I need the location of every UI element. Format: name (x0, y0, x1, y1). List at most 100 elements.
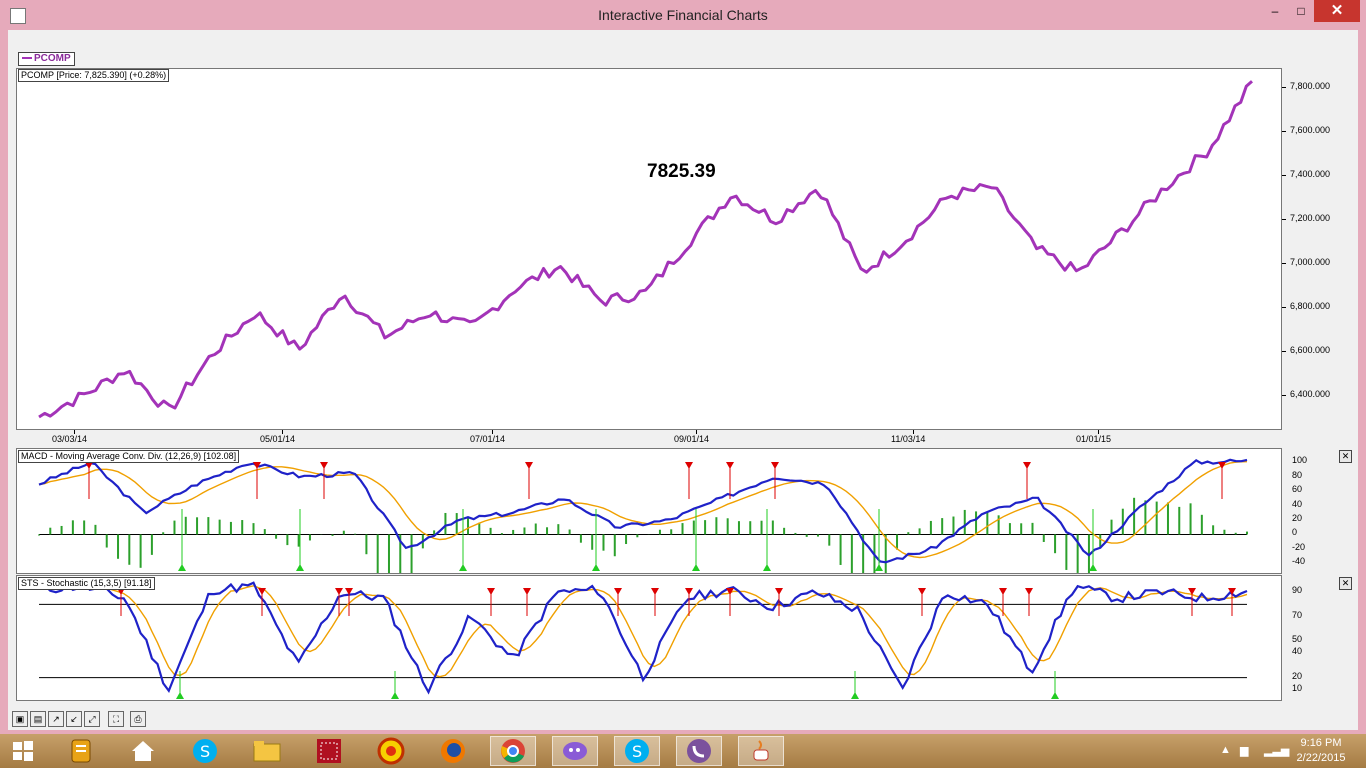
open-icon[interactable]: ▣ (12, 711, 28, 727)
macd-histogram-bar (342, 530, 345, 535)
macd-histogram-bar (1155, 501, 1158, 535)
clock-time: 9:16 PM (1300, 737, 1342, 749)
macd-histogram-bar (1133, 497, 1136, 535)
buy-signal-marker (851, 692, 859, 699)
stochastic-y-tick: 90 (1292, 585, 1303, 596)
price-x-tick: 01/01/15 (1076, 434, 1112, 444)
macd-histogram-bar (308, 534, 311, 541)
sell-signal-marker (320, 462, 328, 469)
macd-histogram-bar (1008, 523, 1011, 535)
macd-histogram-bar (467, 517, 470, 535)
network-icon[interactable]: ▆ (1240, 744, 1248, 757)
price-chart (38, 80, 1253, 419)
price-x-tick-mark (492, 430, 493, 434)
macd-histogram-bar (444, 512, 447, 535)
macd-histogram-bar (907, 532, 910, 535)
macd-y-tick: -20 (1292, 541, 1306, 552)
macd-histogram-bar (275, 534, 278, 539)
zoom-fit-icon[interactable]: ⤢ (84, 711, 100, 727)
show-hidden-icons-icon[interactable]: ▲ (1220, 744, 1231, 756)
macd-chart (38, 458, 1248, 573)
price-y-tick-mark (1282, 263, 1286, 264)
price-y-tick: 7,400.000 (1290, 169, 1331, 179)
macd-histogram-bar (1031, 522, 1034, 535)
price-x-tick-mark (913, 430, 914, 434)
macd-histogram-bar (60, 525, 63, 535)
zoom-in-icon[interactable]: ↗ (48, 711, 64, 727)
macd-histogram-bar (1223, 529, 1226, 535)
calculator-icon[interactable] (306, 736, 352, 766)
macd-histogram-bar (38, 534, 40, 536)
stochastic-close-button[interactable]: ✕ (1339, 577, 1352, 590)
yahoo-messenger-icon[interactable] (552, 736, 598, 766)
macd-histogram-bar (884, 534, 887, 573)
macd-histogram-bar (794, 532, 797, 535)
viber-icon[interactable] (676, 736, 722, 766)
buy-signal-marker (1051, 692, 1059, 699)
buy-signal-marker (459, 564, 467, 571)
price-y-tick-mark (1282, 307, 1286, 308)
macd-histogram-bar (602, 534, 605, 551)
macd-histogram-bar (173, 520, 176, 535)
minimize-button[interactable]: – (1262, 0, 1288, 22)
price-line (38, 80, 1253, 419)
sell-signal-marker (685, 588, 693, 595)
macd-histogram-bar (1042, 534, 1045, 542)
price-y-tick: 7,200.000 (1290, 213, 1331, 223)
current-price-label: 7825.39 (647, 161, 716, 182)
macd-histogram-bar (241, 520, 244, 535)
macd-y-tick: -40 (1292, 556, 1306, 567)
close-button[interactable]: ✕ (1314, 0, 1360, 22)
macd-y-tick: 0 (1292, 527, 1298, 538)
sell-signal-marker (651, 588, 659, 595)
macd-histogram-bar (1246, 531, 1248, 535)
price-y-tick-mark (1282, 219, 1286, 220)
macd-panel[interactable]: MACD - Moving Average Conv. Div. (12,26,… (16, 448, 1282, 574)
windows-icon[interactable] (0, 736, 46, 766)
macd-histogram-bar (1200, 514, 1203, 535)
macd-histogram-bar (162, 532, 165, 535)
zoom-out-icon[interactable]: ↙ (66, 711, 82, 727)
chrome-icon[interactable] (490, 736, 536, 766)
macd-histogram-bar (963, 509, 966, 535)
title-bar: Interactive Financial Charts – □ ✕ (0, 0, 1366, 30)
price-y-tick: 6,600.000 (1290, 345, 1331, 355)
file-explorer-icon[interactable] (244, 736, 290, 766)
macd-y-tick: 60 (1292, 484, 1303, 495)
macd-histogram-bar (839, 534, 842, 565)
macd-histogram-bar (986, 511, 989, 535)
macd-close-button[interactable]: ✕ (1339, 450, 1352, 463)
macd-histogram-bar (715, 517, 718, 535)
macd-histogram-bar (455, 513, 458, 535)
buy-signal-marker (176, 692, 184, 699)
macd-histogram-bar (365, 534, 368, 555)
macd-histogram-bar (150, 534, 153, 555)
print-icon[interactable]: ⎙ (130, 711, 146, 727)
java-icon[interactable] (738, 736, 784, 766)
clock-date: 2/22/2015 (1296, 752, 1346, 764)
svg-text:S: S (200, 742, 210, 761)
system-clock[interactable]: 9:16 PM 2/22/2015 (1286, 736, 1356, 766)
save-icon[interactable]: ▤ (30, 711, 46, 727)
macd-histogram-bar (105, 534, 108, 548)
macd-histogram-bar (1144, 500, 1147, 535)
home-icon[interactable] (120, 736, 166, 766)
macd-histogram-bar (1065, 534, 1068, 570)
sell-signal-marker (525, 462, 533, 469)
macd-histogram-bar (184, 516, 187, 535)
price-x-tick: 11/03/14 (891, 434, 926, 444)
maximize-button[interactable]: □ (1288, 0, 1314, 22)
skype-icon[interactable]: S (614, 736, 660, 766)
paint-icon[interactable] (368, 736, 414, 766)
price-y-tick: 6,800.000 (1290, 301, 1331, 311)
macd-histogram-bar (1212, 525, 1215, 535)
macd-histogram-bar (760, 520, 763, 535)
skype-icon[interactable]: S (182, 736, 228, 766)
legend-pcomp[interactable]: PCOMP (18, 52, 75, 66)
legend-swatch (22, 57, 32, 60)
notes-icon[interactable] (58, 736, 104, 766)
price-panel[interactable]: PCOMP [Price: 7,825.390] (+0.28%) 7825.3… (16, 68, 1282, 430)
fullscreen-icon[interactable]: ⛶ (108, 711, 124, 727)
firefox-icon[interactable] (430, 736, 476, 766)
stochastic-panel[interactable]: STS - Stochastic (15,3,5) [91.18] (16, 575, 1282, 701)
